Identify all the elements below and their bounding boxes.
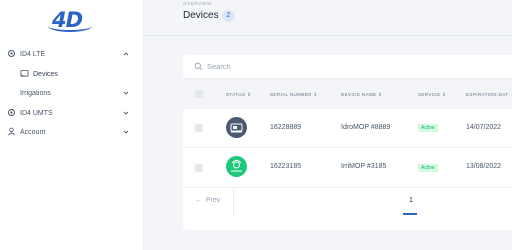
search-icon bbox=[194, 62, 203, 71]
sidebar-item-account[interactable]: Account bbox=[0, 125, 144, 139]
sidebar-item-devices[interactable]: Devices bbox=[0, 67, 144, 81]
gear-icon bbox=[8, 50, 15, 57]
column-header-label: SERVICE bbox=[418, 92, 441, 97]
serial-cell: 16223185 bbox=[270, 163, 302, 170]
column-header-service[interactable]: SERVICE ⇕ bbox=[418, 92, 446, 98]
current-page-indicator bbox=[403, 213, 417, 215]
sidebar-item-irrigations[interactable]: Irrigations bbox=[0, 86, 144, 100]
pagination-divider bbox=[233, 187, 234, 217]
sidebar-item-label: ID4 LTE bbox=[20, 50, 46, 58]
device-online-icon bbox=[226, 156, 247, 177]
row-divider bbox=[183, 147, 512, 148]
select-all-checkbox[interactable] bbox=[195, 90, 203, 98]
status-badge: Active bbox=[418, 124, 438, 132]
logo-text: 4D bbox=[52, 8, 83, 32]
page-number-button[interactable]: 1 bbox=[409, 197, 413, 204]
column-header-label: EXPIRATION DAT bbox=[466, 92, 509, 97]
column-header-expiration: EXPIRATION DAT bbox=[466, 92, 508, 97]
chevron-down-icon bbox=[123, 130, 129, 134]
prev-page-button[interactable]: ← Prev bbox=[195, 197, 220, 204]
device-offline-icon bbox=[226, 117, 247, 138]
chevron-down-icon bbox=[123, 111, 129, 115]
sidebar: 4D ID4 LTE Devices Irrigations ID4 UMTS … bbox=[0, 0, 144, 250]
device-name-cell[interactable]: IrriMOP #3185 bbox=[341, 163, 386, 170]
column-header-label: STATUS bbox=[226, 92, 246, 97]
column-header-label: SERIAL NUMBER bbox=[270, 92, 312, 97]
chevron-down-icon bbox=[123, 91, 129, 95]
column-header-serial[interactable]: SERIAL NUMBER ⇕ bbox=[270, 92, 318, 98]
serial-cell: 16228889 bbox=[270, 124, 302, 131]
brand-logo[interactable]: 4D bbox=[48, 8, 94, 32]
chevron-up-icon bbox=[123, 52, 129, 56]
header-divider bbox=[144, 35, 512, 36]
count-badge: 2 bbox=[222, 10, 235, 22]
page-title: Devices bbox=[183, 10, 219, 21]
sidebar-item-label: Devices bbox=[33, 70, 58, 78]
prev-label: Prev bbox=[205, 197, 221, 204]
row-checkbox[interactable] bbox=[195, 164, 203, 172]
column-header-status[interactable]: STATUS ⇕ bbox=[226, 92, 251, 98]
search-input[interactable] bbox=[207, 60, 497, 73]
sidebar-item-id4-lte[interactable]: ID4 LTE bbox=[0, 47, 144, 61]
column-header-device-name[interactable]: DEVICE NAME ⇕ bbox=[341, 92, 382, 98]
status-badge: Active bbox=[418, 164, 438, 172]
sidebar-item-label: Irrigations bbox=[20, 89, 51, 97]
column-header-label: DEVICE NAME bbox=[341, 92, 377, 97]
breadcrumb: OVERVIEW bbox=[183, 1, 212, 6]
sidebar-item-label: Account bbox=[20, 128, 46, 136]
cast-icon bbox=[20, 69, 29, 77]
arrow-left-icon: ← bbox=[195, 197, 202, 204]
user-icon bbox=[8, 127, 15, 136]
gear-icon bbox=[8, 109, 15, 116]
device-name-cell[interactable]: IdroMOP #8889 bbox=[341, 124, 390, 131]
sidebar-item-id4-umts[interactable]: ID4 UMTS bbox=[0, 106, 144, 120]
expiration-cell: 14/07/2022 bbox=[466, 124, 502, 131]
sidebar-item-label: ID4 UMTS bbox=[20, 109, 53, 117]
expiration-cell: 13/08/2022 bbox=[466, 163, 502, 170]
row-checkbox[interactable] bbox=[195, 124, 203, 132]
